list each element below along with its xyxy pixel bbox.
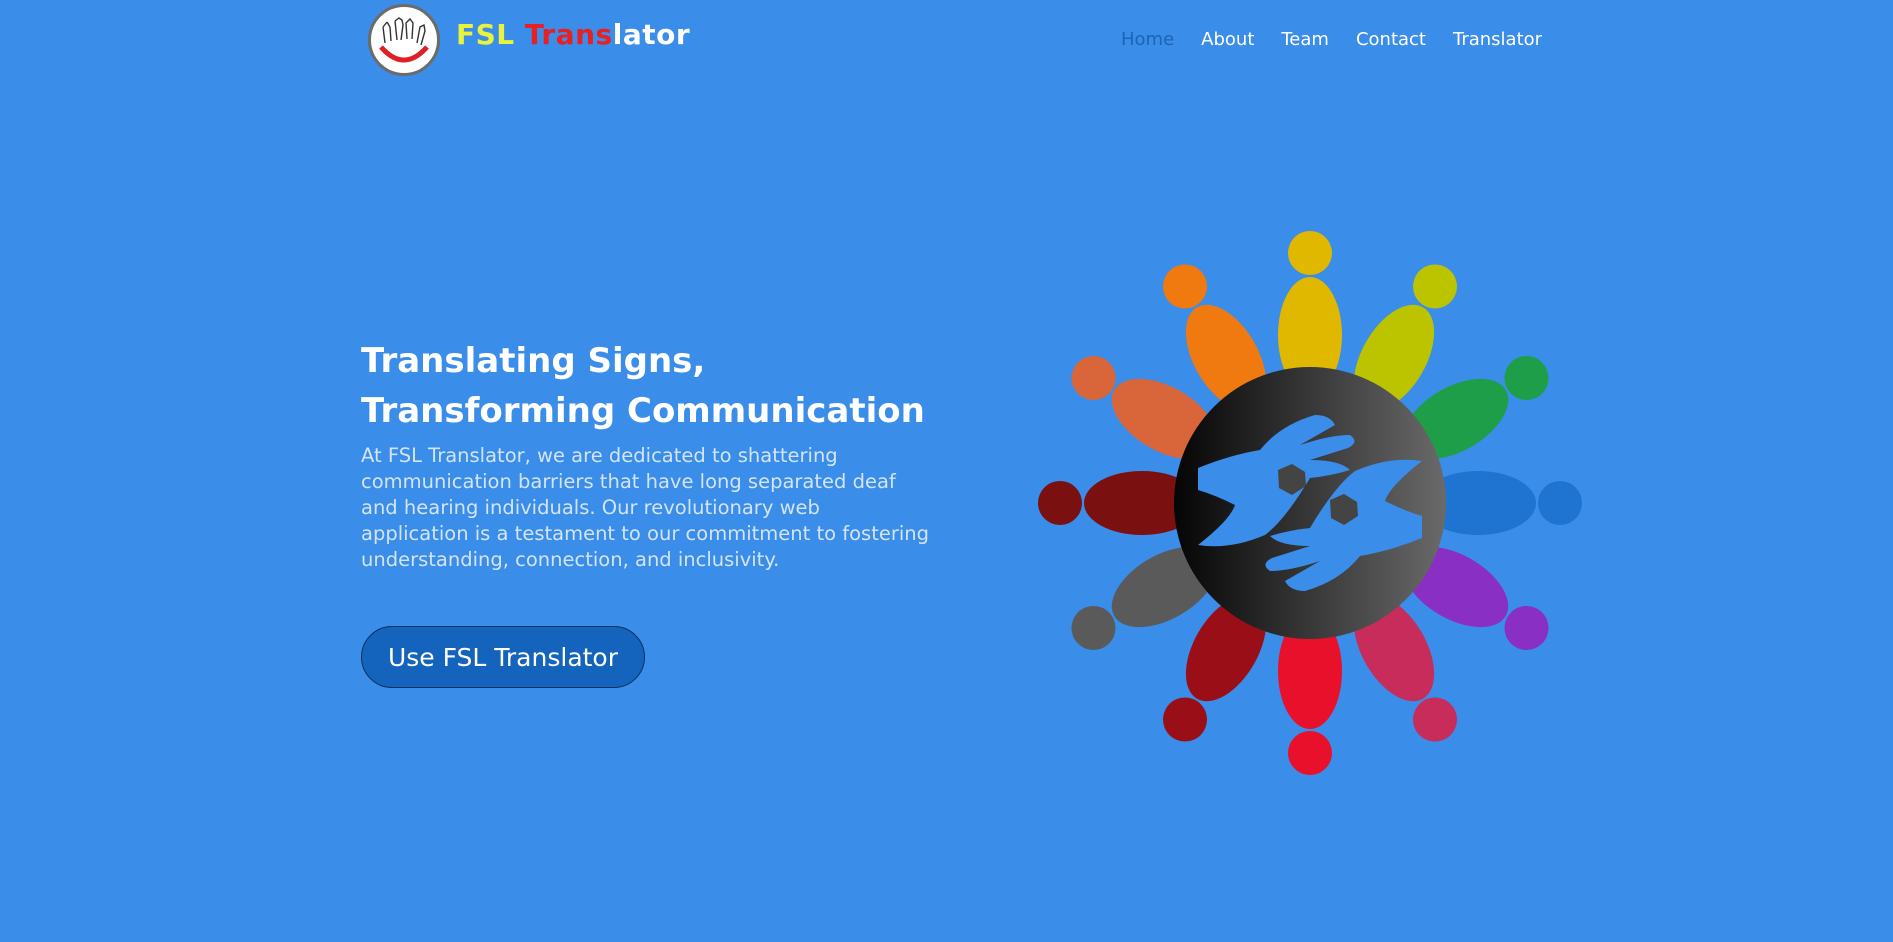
figure-head [1413, 264, 1457, 309]
use-translator-button[interactable]: Use FSL Translator [361, 626, 645, 688]
people-circle-sign-language-icon [1038, 231, 1582, 775]
nav-about[interactable]: About [1201, 29, 1254, 50]
site-header: FSL Translator Home About Team Contact T… [0, 0, 1893, 80]
nav-translator[interactable]: Translator [1453, 29, 1542, 50]
figure-head [1163, 264, 1207, 309]
figure-head [1071, 356, 1116, 400]
nav-contact[interactable]: Contact [1356, 29, 1426, 50]
brand-name[interactable]: FSL Translator [456, 18, 690, 51]
brand-part-lator: lator [612, 18, 691, 51]
figure-head [1038, 481, 1082, 525]
main-nav: Home About Team Contact Translator [1121, 29, 1569, 50]
nav-team[interactable]: Team [1281, 29, 1329, 50]
figure-head [1288, 731, 1332, 775]
hero-title: Translating Signs, Transforming Communic… [361, 341, 925, 431]
hero-illustration [1030, 220, 1620, 790]
brand-part-fsl: FSL [456, 18, 525, 51]
figure-head [1071, 606, 1116, 650]
figure-head [1504, 606, 1549, 650]
figure-head [1288, 231, 1332, 275]
logo-icon[interactable] [368, 4, 440, 76]
brand-part-trans: Trans [524, 18, 613, 51]
figure-head [1504, 356, 1549, 400]
hands-sign-logo-icon [379, 17, 429, 63]
hero-description: At FSL Translator, we are dedicated to s… [361, 444, 930, 571]
figure-head [1413, 697, 1457, 742]
figure-head [1538, 481, 1582, 525]
figure-head [1163, 697, 1207, 742]
nav-home[interactable]: Home [1121, 29, 1174, 50]
